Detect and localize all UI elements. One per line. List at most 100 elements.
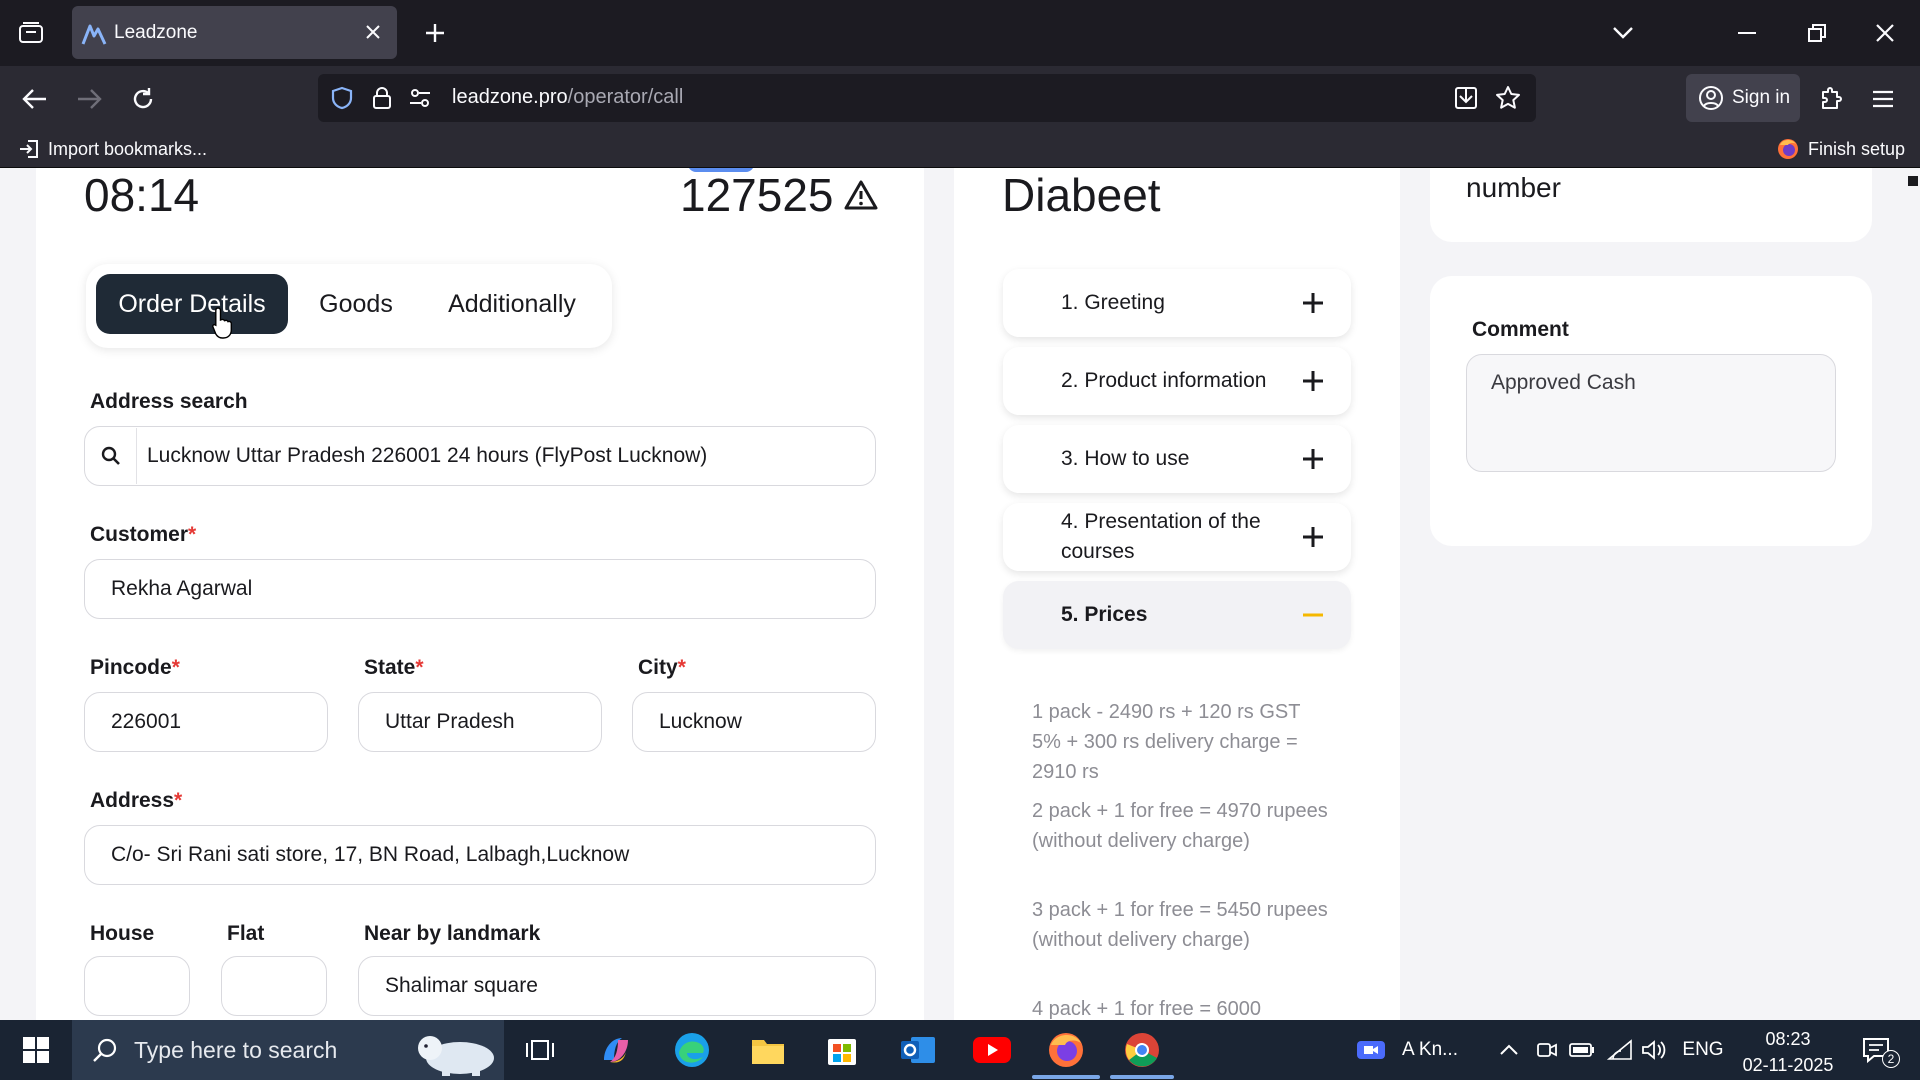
warning-icon[interactable] <box>844 179 878 211</box>
chrome-icon[interactable] <box>1120 1028 1164 1072</box>
order-number: 127525 <box>680 168 878 222</box>
back-arrow-icon[interactable] <box>16 80 54 118</box>
sign-in-label: Sign in <box>1732 87 1791 108</box>
list-all-tabs-chevron-icon[interactable] <box>1606 16 1640 50</box>
tab-list-icon[interactable] <box>14 18 48 48</box>
section-label: 3. How to use <box>1061 447 1190 470</box>
meet-now-icon[interactable] <box>1534 1036 1560 1064</box>
plus-icon[interactable] <box>1301 525 1325 549</box>
script-section-prices[interactable]: 5. Prices <box>1003 581 1351 649</box>
price-item: 3 pack + 1 for free = 5450 rupees (witho… <box>1032 899 1328 951</box>
tab-goods[interactable]: Goods <box>298 274 414 334</box>
browser-tab-bar: Leadzone <box>0 0 1920 66</box>
tab-additionally[interactable]: Additionally <box>420 274 604 334</box>
extensions-puzzle-icon[interactable] <box>1812 80 1850 118</box>
battery-icon[interactable] <box>1568 1036 1596 1064</box>
plus-icon[interactable] <box>1301 291 1325 315</box>
youtube-icon[interactable] <box>970 1028 1014 1072</box>
mouse-cursor-icon <box>212 307 232 339</box>
input-language-indicator[interactable]: ENG <box>1680 1036 1726 1064</box>
script-section-greeting[interactable]: 1. Greeting <box>1003 269 1351 337</box>
zoom-video-icon[interactable] <box>1356 1036 1386 1064</box>
price-item: 4 pack + 1 for free = 6000 <box>1032 998 1262 1020</box>
state-input[interactable]: Uttar Pradesh <box>358 692 602 752</box>
notifications-icon[interactable]: 2 <box>1856 1036 1900 1068</box>
close-tab-icon[interactable] <box>359 18 387 46</box>
script-section-how-to-use[interactable]: 3. How to use <box>1003 425 1351 493</box>
notification-count: 2 <box>1882 1050 1900 1068</box>
outlook-icon[interactable] <box>896 1028 940 1072</box>
firefox-icon <box>1778 139 1798 159</box>
volume-icon[interactable] <box>1640 1036 1668 1064</box>
house-label: House <box>90 922 155 945</box>
search-icon <box>93 1038 117 1062</box>
clock-date: 02-11-2025 <box>1742 1055 1834 1075</box>
product-title: Diabeet <box>1002 169 1161 221</box>
address-search-label: Address search <box>90 390 248 413</box>
comment-textarea[interactable]: Approved Cash <box>1466 354 1836 472</box>
search-icon[interactable] <box>85 428 137 484</box>
tab-title: Leadzone <box>114 22 198 43</box>
script-section-product-information[interactable]: 2. Product information <box>1003 347 1351 415</box>
browser-tab-leadzone[interactable]: Leadzone <box>72 6 397 59</box>
sign-in-button[interactable]: Sign in <box>1686 74 1800 122</box>
save-to-pocket-icon[interactable] <box>1452 84 1480 112</box>
scrollbar-thumb[interactable] <box>1908 176 1918 186</box>
site-permissions-icon[interactable] <box>406 84 434 112</box>
flat-input[interactable] <box>221 956 327 1016</box>
plus-icon[interactable] <box>1301 447 1325 471</box>
city-label: City* <box>638 656 686 679</box>
address-bar[interactable]: leadzone.pro/operator/call <box>318 74 1536 122</box>
task-view-icon[interactable] <box>518 1028 562 1072</box>
city-input[interactable]: Lucknow <box>632 692 876 752</box>
landmark-input[interactable]: Shalimar square <box>358 956 876 1016</box>
comment-label: Comment <box>1472 318 1569 341</box>
file-explorer-icon[interactable] <box>746 1028 790 1072</box>
edge-icon[interactable] <box>670 1028 714 1072</box>
script-section-courses[interactable]: 4. Presentation of the courses <box>1003 503 1351 571</box>
section-label: 4. Presentation of the courses <box>1061 510 1261 563</box>
minus-icon[interactable] <box>1301 603 1325 627</box>
new-tab-icon[interactable] <box>418 16 452 50</box>
zoom-window-label[interactable]: A Kn... <box>1402 1036 1460 1064</box>
copilot-icon[interactable] <box>594 1028 638 1072</box>
section-label: 1. Greeting <box>1061 291 1165 314</box>
microsoft-store-icon[interactable] <box>820 1028 864 1072</box>
restore-icon[interactable] <box>1800 16 1834 50</box>
minimize-icon[interactable] <box>1730 16 1764 50</box>
house-input[interactable] <box>84 956 190 1016</box>
address-search-input[interactable]: Lucknow Uttar Pradesh 226001 24 hours (F… <box>84 426 876 486</box>
tab-order-details[interactable]: Order Details <box>96 274 288 334</box>
lock-icon[interactable] <box>368 84 396 112</box>
taskbar-search-placeholder: Type here to search <box>134 1036 338 1063</box>
browser-nav-bar: leadzone.pro/operator/call Sign in <box>0 66 1920 130</box>
finish-setup-link[interactable]: Finish setup <box>1776 135 1905 163</box>
customer-label: Customer* <box>90 523 197 546</box>
address-input[interactable]: C/o- Sri Rani sati store, 17, BN Road, L… <box>84 825 876 885</box>
reload-icon[interactable] <box>124 80 162 118</box>
polar-bear-icon <box>418 1036 494 1076</box>
number-label: number <box>1466 172 1561 203</box>
tracking-shield-icon[interactable] <box>328 84 356 112</box>
show-hidden-icons-chevron-icon[interactable] <box>1496 1036 1522 1064</box>
hamburger-menu-icon[interactable] <box>1864 80 1902 118</box>
import-bookmarks-link[interactable]: Import bookmarks... <box>18 135 207 163</box>
wifi-icon[interactable] <box>1606 1036 1634 1064</box>
import-icon <box>20 140 38 158</box>
customer-input[interactable]: Rekha Agarwal <box>84 559 876 619</box>
page-viewport: 08:14 127525 Order Details Goods Additio… <box>0 168 1920 1020</box>
pincode-input[interactable]: 226001 <box>84 692 328 752</box>
close-window-icon[interactable] <box>1868 16 1902 50</box>
landmark-label: Near by landmark <box>364 922 541 945</box>
firefox-taskbar-icon[interactable] <box>1044 1028 1088 1072</box>
account-icon <box>1699 86 1723 110</box>
price-item: 2 pack + 1 for free = 4970 rupees (witho… <box>1032 800 1328 852</box>
system-clock[interactable]: 08:23 02-11-2025 <box>1740 1026 1836 1078</box>
finish-setup-label: Finish setup <box>1808 138 1906 159</box>
plus-icon[interactable] <box>1301 369 1325 393</box>
windows-start-icon[interactable] <box>14 1030 58 1070</box>
taskbar-search-box[interactable]: Type here to search <box>72 1020 504 1080</box>
forward-arrow-icon[interactable] <box>70 80 108 118</box>
bookmark-star-icon[interactable] <box>1494 84 1522 112</box>
firefox-active-indicator <box>1032 1075 1100 1079</box>
